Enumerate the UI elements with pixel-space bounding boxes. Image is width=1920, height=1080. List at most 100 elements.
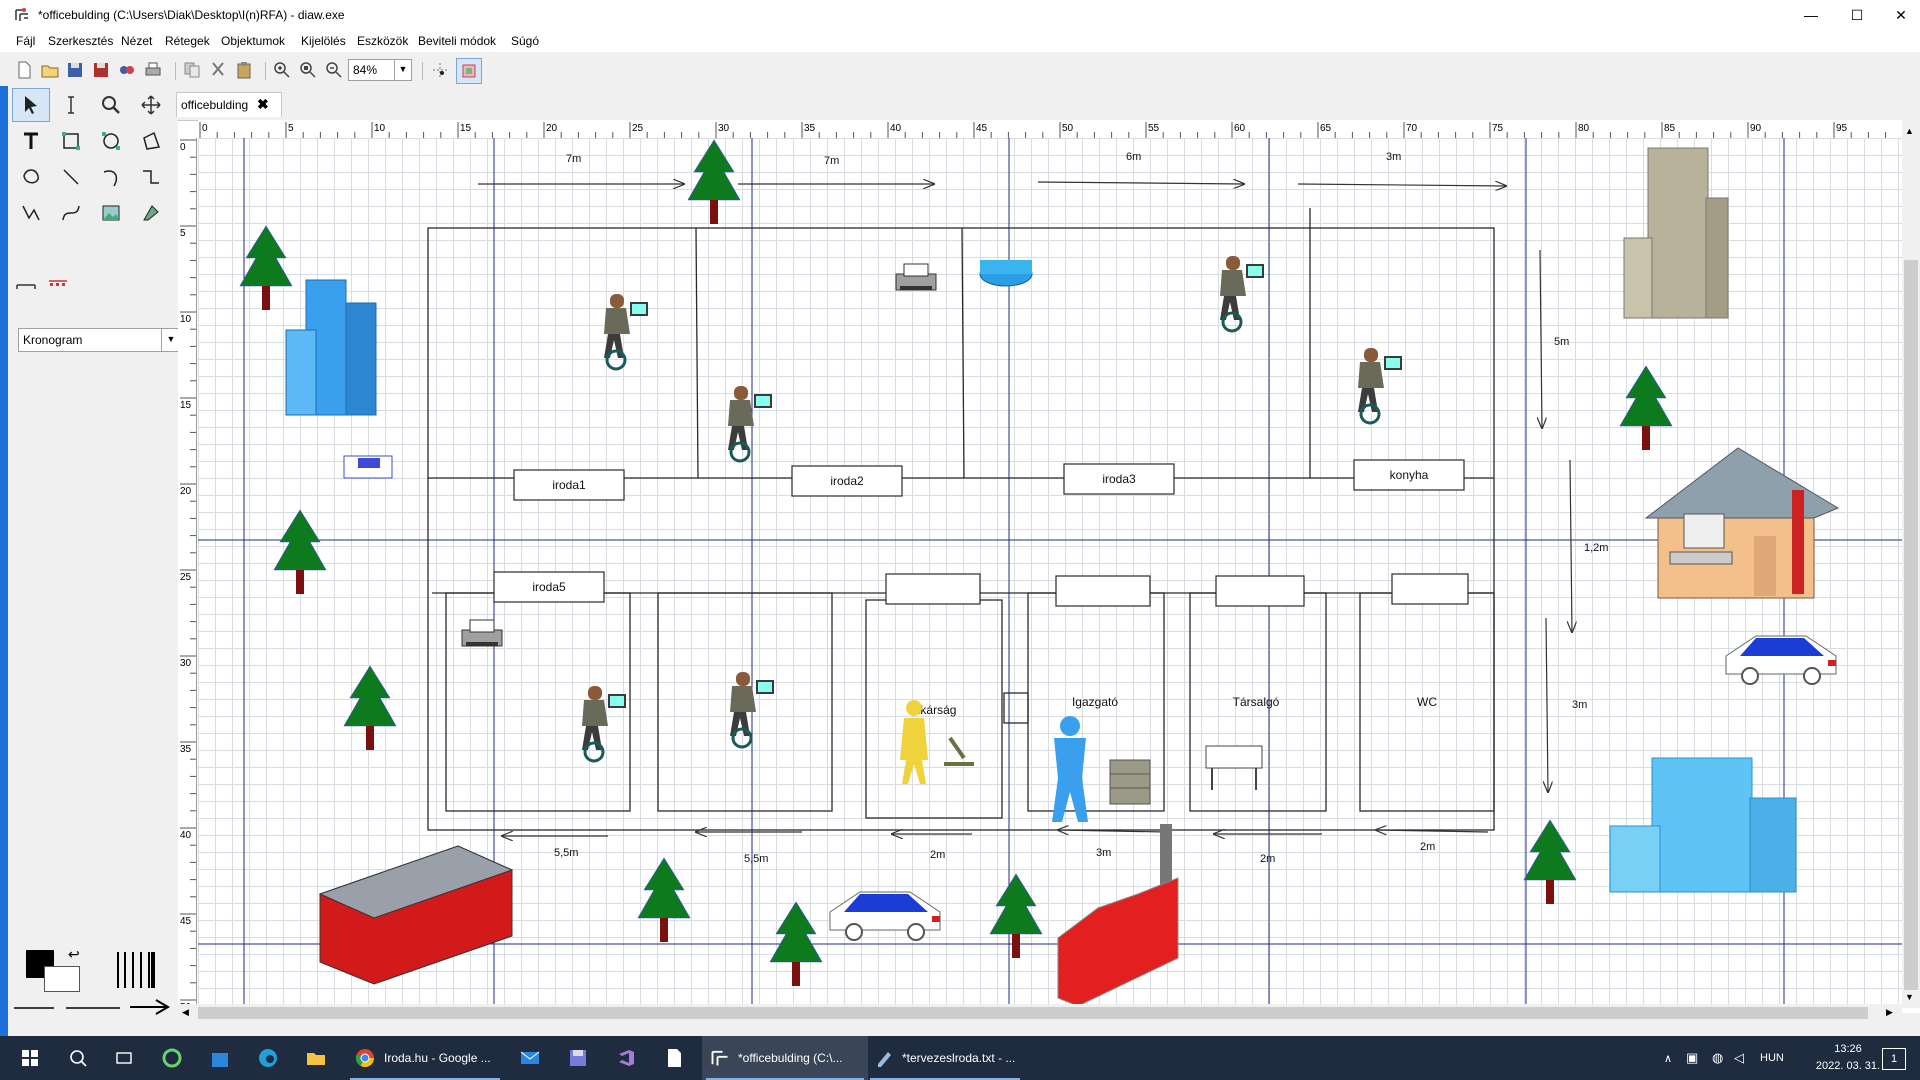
print-icon[interactable] <box>143 60 163 80</box>
network-icon[interactable]: ▣ <box>1686 1050 1698 1066</box>
menu-view[interactable]: Nézet <box>121 34 152 48</box>
sheet-value: Kronogram <box>23 333 83 347</box>
speaker-icon[interactable]: ◁ <box>1734 1050 1744 1066</box>
show-connection-points-icon[interactable] <box>456 58 482 84</box>
tree-shape <box>1523 819 1577 905</box>
scroll-down-icon[interactable]: ▼ <box>1905 992 1914 1002</box>
vertical-ruler: 05101520253035404550 <box>178 138 197 1070</box>
taskbar-chrome-label: Iroda.hu - Google ... <box>384 1051 491 1065</box>
scroll-thumb[interactable] <box>1904 260 1918 990</box>
paste-icon[interactable] <box>234 60 254 80</box>
copy-icon[interactable] <box>182 60 202 80</box>
language-indicator[interactable]: HUN <box>1760 1052 1784 1064</box>
close-button[interactable]: ✕ <box>1878 0 1920 30</box>
polygon-tool[interactable] <box>132 124 170 158</box>
magnify-tool[interactable] <box>92 88 130 122</box>
bezier-tool[interactable] <box>52 196 90 230</box>
vertical-scrollbar[interactable]: ▲ ▼ <box>1902 120 1920 1008</box>
save-icon[interactable] <box>65 60 85 80</box>
taskbar-chrome[interactable]: Iroda.hu - Google ... <box>346 1036 504 1080</box>
open-folder-icon[interactable] <box>40 60 60 80</box>
sheet-select[interactable]: Kronogram ▼ <box>18 328 181 352</box>
scroll-up-icon[interactable]: ▲ <box>1905 126 1914 136</box>
start-arrow-selector[interactable] <box>12 1002 56 1014</box>
ruler-label: 45 <box>180 916 192 927</box>
zoom-out-icon[interactable] <box>324 60 344 80</box>
snap-to-grid-icon[interactable] <box>430 60 450 80</box>
image-tool[interactable] <box>92 196 130 230</box>
menu-help[interactable]: Súgó <box>511 34 539 48</box>
scroll-left-icon[interactable]: ◀ <box>182 1007 189 1018</box>
maximize-button[interactable]: ☐ <box>1834 0 1880 30</box>
scroll-thumb[interactable] <box>198 1007 1868 1019</box>
cut-icon[interactable] <box>208 60 228 80</box>
menu-file[interactable]: Fájl <box>16 34 35 48</box>
swap-colors-icon[interactable]: ↩ <box>68 946 80 963</box>
worker-at-computer-shape <box>602 292 650 371</box>
kronogram-ref-shape[interactable] <box>44 270 72 298</box>
menu-edit[interactable]: Szerkesztés <box>48 34 113 48</box>
chevron-down-icon[interactable]: ▼ <box>394 60 411 80</box>
polyline-tool[interactable] <box>12 196 50 230</box>
ellipse-tool[interactable] <box>92 124 130 158</box>
visual-studio-icon[interactable] <box>606 1036 646 1080</box>
line-width-selector[interactable] <box>113 950 163 990</box>
dim-label-bottom4: 3m <box>1096 847 1111 859</box>
zoom-select[interactable]: 84% ▼ <box>348 59 412 81</box>
windows-start-icon[interactable] <box>10 1036 50 1080</box>
minimize-button[interactable]: — <box>1788 0 1834 30</box>
menu-layers[interactable]: Rétegek <box>165 34 210 48</box>
diagram-canvas[interactable]: iroda1 iroda2 iroda3 konyha iroda5 Titká… <box>198 138 1902 1006</box>
box-tool[interactable] <box>52 124 90 158</box>
recycle-app-icon[interactable] <box>152 1036 192 1080</box>
printer-shape <box>461 619 503 647</box>
menu-tools[interactable]: Eszközök <box>357 34 408 48</box>
arc-tool[interactable] <box>92 160 130 194</box>
tab-officebulding[interactable]: officebulding ✖ <box>176 92 282 117</box>
notification-icon[interactable]: 1 <box>1882 1048 1906 1070</box>
tree-shape <box>637 857 691 943</box>
chrome-icon <box>355 1049 374 1068</box>
zoom-fit-icon[interactable] <box>298 60 318 80</box>
notepad-file-icon[interactable] <box>654 1036 694 1080</box>
line-tool[interactable] <box>52 160 90 194</box>
edge-browser-icon[interactable] <box>248 1036 288 1080</box>
search-icon[interactable] <box>58 1036 98 1080</box>
zigzag-tool[interactable] <box>132 160 170 194</box>
taskbar-notepad[interactable]: *tervezeslroda.txt - ... <box>866 1036 1024 1080</box>
background-color-swatch[interactable] <box>44 966 80 992</box>
close-icon[interactable]: ✖ <box>257 96 269 113</box>
mail-icon[interactable] <box>510 1036 550 1080</box>
pointer-tool[interactable] <box>12 88 50 122</box>
save-app-icon[interactable] <box>558 1036 598 1080</box>
chevron-up-icon[interactable]: ∧ <box>1664 1052 1672 1065</box>
globe-icon[interactable]: ◍ <box>1712 1050 1723 1066</box>
taskbar-dia[interactable]: *officebulding (C:\... <box>702 1036 868 1080</box>
store-icon[interactable] <box>200 1036 240 1080</box>
beziergon-tool[interactable] <box>12 160 50 194</box>
line-style-selector[interactable] <box>64 1002 122 1014</box>
ruler-label: 40 <box>890 123 902 134</box>
horizontal-scrollbar[interactable]: ◀ ▶ <box>178 1004 1902 1022</box>
kronogram-line-shape[interactable] <box>12 270 40 298</box>
toolbar-separator <box>175 62 176 80</box>
menu-select[interactable]: Kijelölés <box>301 34 346 48</box>
ruler-label: 20 <box>180 486 192 497</box>
text-edit-tool[interactable] <box>52 88 90 122</box>
outline-tool[interactable] <box>132 196 170 230</box>
task-view-icon[interactable] <box>104 1036 144 1080</box>
new-file-icon[interactable] <box>14 60 34 80</box>
menu-objects[interactable]: Objektumok <box>221 34 285 48</box>
file-explorer-icon[interactable] <box>296 1036 336 1080</box>
move-tool[interactable] <box>132 88 170 122</box>
printer-shape <box>895 263 937 291</box>
clock-time[interactable]: 13:26 <box>1818 1043 1878 1055</box>
save-as-icon[interactable] <box>91 60 111 80</box>
zoom-in-icon[interactable] <box>272 60 292 80</box>
scroll-right-icon[interactable]: ▶ <box>1886 1007 1893 1018</box>
end-arrow-selector[interactable] <box>128 996 172 1018</box>
menu-input-methods[interactable]: Beviteli módok <box>418 34 496 48</box>
text-tool[interactable] <box>12 124 50 158</box>
clock-date[interactable]: 2022. 03. 31. <box>1802 1060 1894 1072</box>
export-icon[interactable] <box>117 60 137 80</box>
